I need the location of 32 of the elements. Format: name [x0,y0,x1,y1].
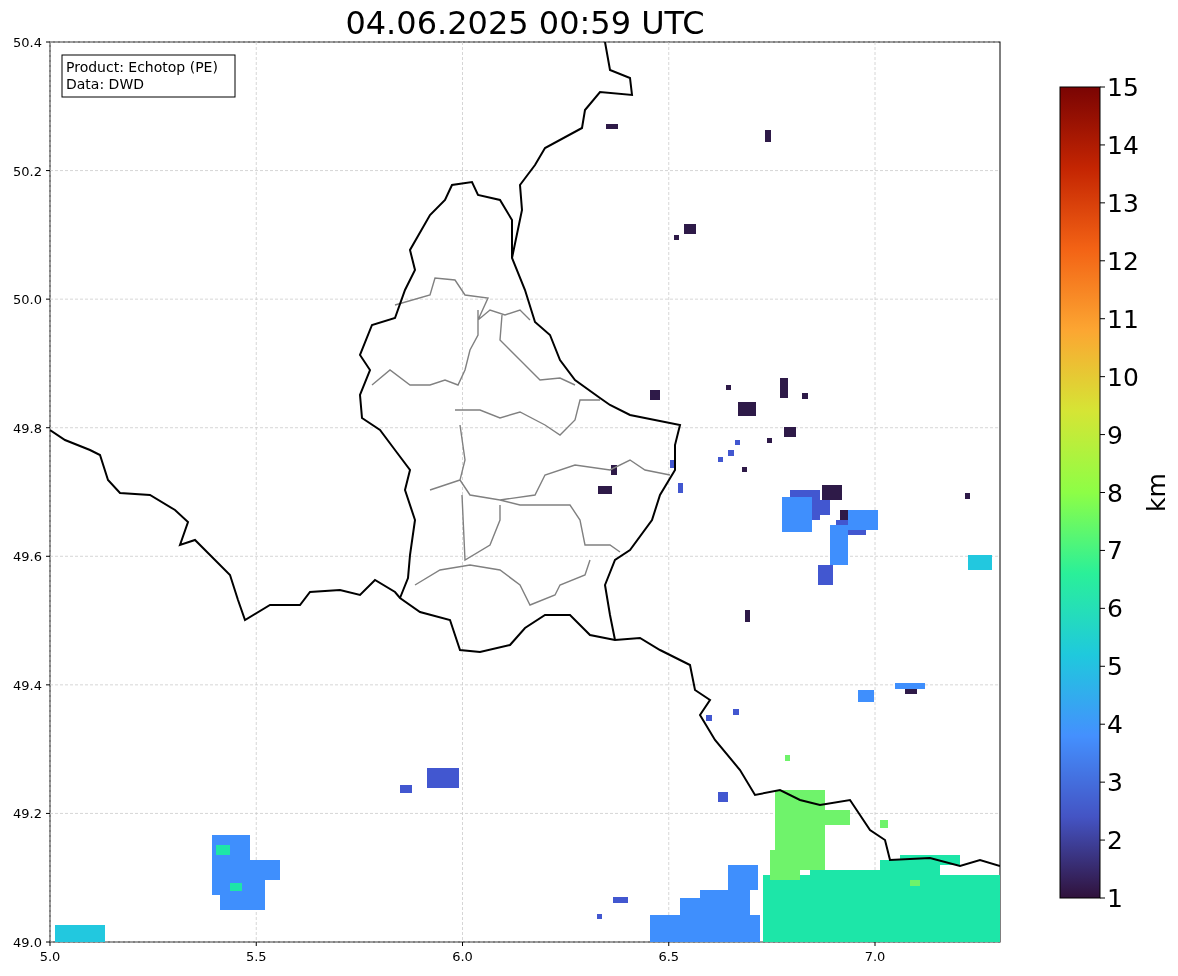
colorbar-tick-label: 3 [1107,768,1123,798]
y-tick-label: 50.2 [13,163,42,179]
colorbar-tick-label: 1 [1107,884,1123,913]
y-tick-label: 49.4 [13,677,42,693]
colorbar-tick-label: 2 [1107,826,1123,856]
colorbar-tick-label: 13 [1107,188,1139,218]
colorbar-tick-label: 9 [1107,420,1123,450]
x-tick-label: 7.0 [864,949,886,964]
colorbar-tick-label: 5 [1107,652,1123,682]
colorbar-tick-label: 15 [1107,73,1139,102]
x-tick-label: 5.0 [39,949,61,964]
colorbar-tick-label: 14 [1107,130,1139,160]
colorbar-tick-label: 4 [1107,710,1123,740]
x-tick-label: 5.5 [245,949,267,964]
y-tick-label: 49.2 [13,806,42,822]
y-tick-label: 49.6 [13,549,42,565]
info-text: Product: Echotop (PE) [66,59,218,75]
colorbar-tick-label: 10 [1107,362,1139,392]
colorbar-tick-label: 6 [1107,594,1123,624]
x-tick-label: 6.5 [658,949,680,964]
y-tick-label: 50.0 [13,292,42,308]
x-tick-label: 6.0 [452,949,473,964]
colorbar-label: km [1142,473,1171,512]
colorbar-tick-label: 7 [1107,536,1123,566]
chart-title: 04.06.2025 00:59 UTC [345,4,705,42]
colorbar-tick-label: 8 [1107,478,1123,508]
colorbar-tick-label: 12 [1107,246,1139,276]
y-tick-label: 49.8 [13,420,42,436]
colorbar-tick-label: 11 [1107,304,1139,334]
y-tick-label: 50.4 [13,35,42,50]
y-tick-label: 49.0 [13,935,42,950]
info-text: Data: DWD [66,76,144,92]
